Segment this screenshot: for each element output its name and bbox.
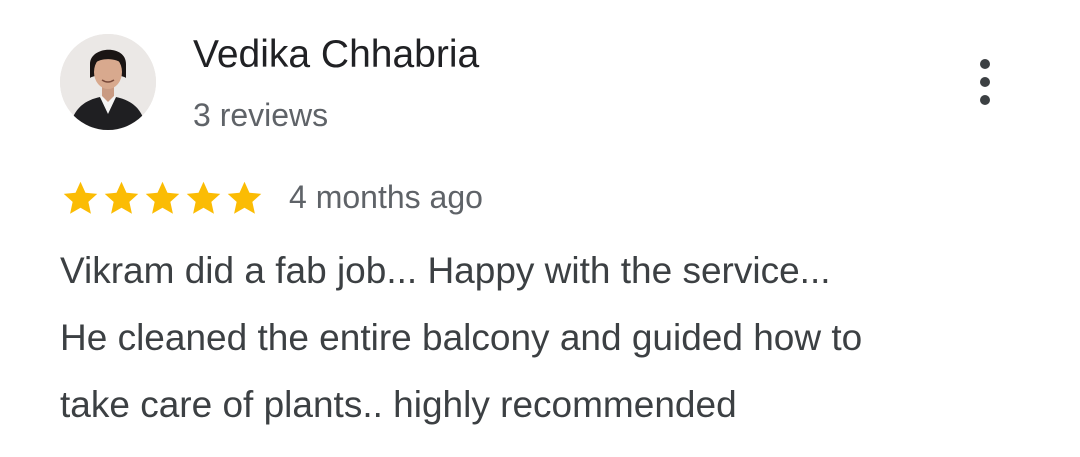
review-timestamp: 4 months ago [289,179,483,215]
review-text-line: Vikram did a fab job... Happy with the s… [60,250,831,291]
vertical-ellipsis-icon [980,59,990,69]
more-options-button[interactable] [964,52,1006,112]
review-text-line: take care of plants.. highly recommended [60,384,737,425]
star-icon [63,181,98,214]
review-text: Vikram did a fab job... Happy with the s… [60,237,1050,438]
profile-photo-icon [60,34,156,130]
star-icon [145,181,180,214]
star-icon [186,181,221,214]
author-avatar[interactable] [60,34,156,130]
author-name[interactable]: Vedika Chhabria [193,30,479,80]
review-card: Vedika Chhabria 3 reviews 4 months ago V… [0,0,1080,457]
vertical-ellipsis-icon [980,77,990,87]
author-review-count: 3 reviews [193,97,329,133]
star-rating [60,176,265,220]
star-icon [227,181,262,214]
review-text-line: He cleaned the entire balcony and guided… [60,317,863,358]
star-icon [104,181,139,214]
vertical-ellipsis-icon [980,95,990,105]
